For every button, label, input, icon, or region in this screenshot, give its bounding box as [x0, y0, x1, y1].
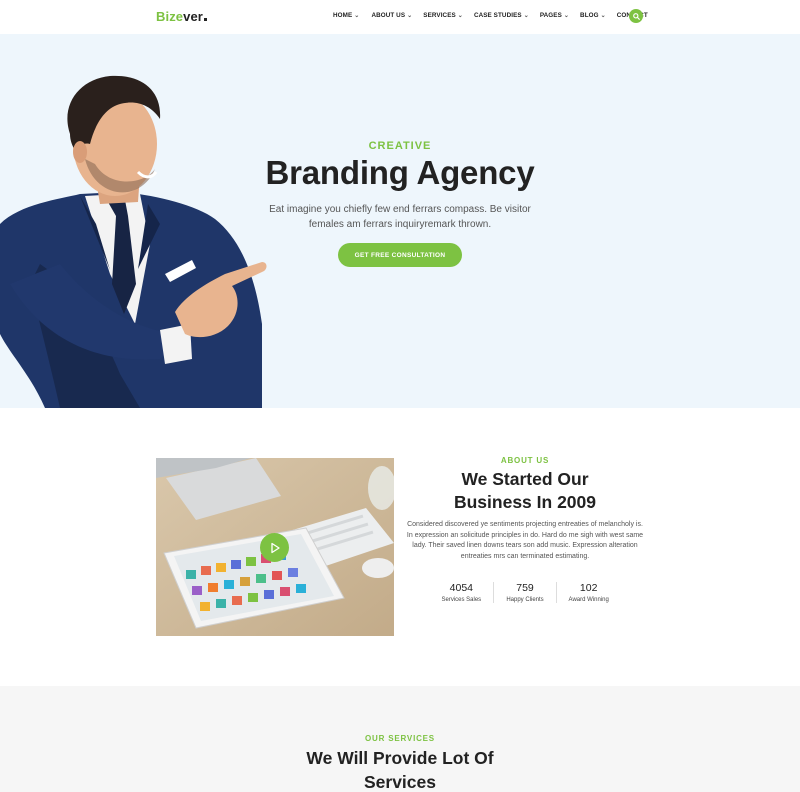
- nav-item-pages[interactable]: PAGES ⌄: [540, 12, 569, 19]
- play-button[interactable]: [260, 533, 289, 562]
- chevron-down-icon: ⌄: [600, 13, 606, 19]
- hero-description-line: females am ferrars inquiryremark thrown.: [308, 219, 492, 230]
- search-button[interactable]: [629, 9, 643, 23]
- chevron-down-icon: ⌄: [354, 13, 360, 19]
- chevron-down-icon: ⌄: [457, 13, 463, 19]
- logo[interactable]: Bizever: [156, 9, 207, 24]
- nav-label: BLOG: [580, 12, 599, 19]
- services-title: We Will Provide Lot Of Services: [300, 746, 500, 792]
- services-section: OUR SERVICES We Will Provide Lot Of Serv…: [0, 686, 800, 792]
- hero-description: Eat imagine you chiefly few end ferrars …: [250, 202, 550, 232]
- stat-label: Award Winning: [568, 597, 609, 603]
- chevron-down-icon: ⌄: [563, 13, 570, 19]
- nav-label: CASE STUDIES: [473, 12, 522, 19]
- chevron-down-icon: ⌄: [407, 13, 413, 19]
- services-title-line: We Will Provide Lot Of: [306, 748, 494, 768]
- nav-label: HOME: [333, 12, 353, 19]
- logo-text-part2: ver: [183, 9, 203, 24]
- hero-description-line: Eat imagine you chiefly few end ferrars …: [269, 204, 531, 215]
- about-description-line: Considered discovered ye sentiments proj…: [407, 521, 643, 528]
- stats-row: 4054 Services Sales 759 Happy Clients 10…: [430, 582, 620, 603]
- search-icon: [632, 12, 640, 20]
- stat-label: Happy Clients: [506, 597, 544, 603]
- about-eyebrow: ABOUT US: [500, 456, 550, 465]
- hero-person-image: [0, 75, 267, 408]
- about-description: Considered discovered ye sentiments proj…: [405, 520, 645, 562]
- services-eyebrow: OUR SERVICES: [365, 734, 435, 743]
- nav-label: ABOUT US: [371, 12, 406, 19]
- stat-number: 102: [579, 582, 598, 594]
- stat-number: 759: [516, 582, 534, 594]
- chevron-down-icon: ⌄: [523, 13, 529, 19]
- play-icon: [270, 542, 280, 553]
- site-header: Bizever HOME ⌄ ABOUT US ⌄ SERVICES ⌄ CASE S…: [0, 0, 800, 34]
- stat-number: 4054: [449, 582, 474, 594]
- nav-label: PAGES: [539, 12, 562, 19]
- about-description-line: entreaties mrs can terminated estimating…: [460, 552, 590, 560]
- logo-dot: [203, 18, 207, 21]
- get-free-consultation-button[interactable]: GET FREE CONSULTATION: [338, 243, 462, 267]
- nav-item-blog[interactable]: BLOG ⌄: [580, 12, 606, 19]
- hero-section: CREATIVE Branding Agency Eat imagine you…: [0, 34, 800, 408]
- stat-label: Services Sales: [441, 597, 482, 603]
- hero-title: Branding Agency: [265, 154, 535, 191]
- nav-label: SERVICES: [423, 12, 456, 19]
- nav-item-home[interactable]: HOME ⌄: [333, 12, 359, 19]
- stat-award-winning: 102 Award Winning: [556, 582, 620, 603]
- hero-eyebrow: CREATIVE: [368, 140, 432, 152]
- about-title-line: We Started Our: [461, 469, 589, 489]
- nav-item-services[interactable]: SERVICES ⌄: [423, 12, 463, 19]
- nav-item-case-studies[interactable]: CASE STUDIES ⌄: [474, 12, 529, 19]
- nav-item-about-us[interactable]: ABOUT US ⌄: [371, 12, 412, 19]
- about-title: We Started Our Business In 2009: [405, 468, 645, 514]
- about-description-line: lady. Their saved linen downs tears son …: [412, 542, 638, 549]
- main-nav: HOME ⌄ ABOUT US ⌄ SERVICES ⌄ CASE STUDIES ⌄ …: [333, 12, 648, 19]
- stat-happy-clients: 759 Happy Clients: [492, 582, 557, 603]
- stat-services-sales: 4054 Services Sales: [430, 582, 493, 603]
- logo-text-part1: Bize: [156, 9, 184, 24]
- about-title-line: Business In 2009: [453, 492, 597, 512]
- about-description-line: In expression an solicitude principles i…: [406, 531, 644, 539]
- services-title-line: Services: [363, 772, 436, 792]
